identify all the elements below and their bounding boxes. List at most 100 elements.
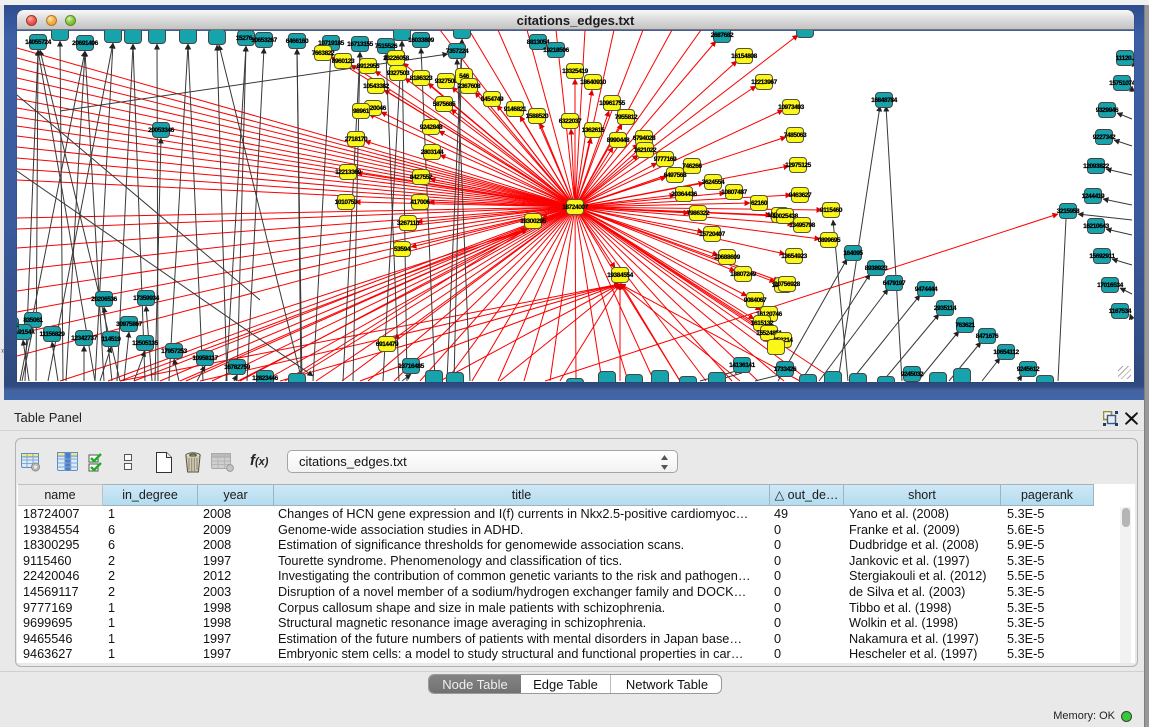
svg-text:8813054: 8813054	[527, 39, 550, 46]
svg-text:2687682: 2687682	[711, 32, 734, 39]
svg-text:1733426: 1733426	[774, 366, 797, 373]
svg-text:114519: 114519	[102, 336, 122, 343]
svg-text:9327503: 9327503	[387, 70, 410, 77]
svg-text:9115460: 9115460	[820, 207, 843, 214]
svg-text:9146821: 9146821	[504, 106, 527, 113]
svg-text:12213967: 12213967	[751, 79, 778, 86]
svg-text:9327508: 9327508	[435, 78, 458, 85]
svg-text:2367608: 2367608	[458, 83, 481, 90]
svg-text:10961755: 10961755	[599, 100, 626, 107]
svg-text:16210643: 16210643	[1083, 223, 1110, 230]
svg-text:20364436: 20364436	[671, 191, 698, 198]
svg-text:9463627: 9463627	[789, 192, 812, 199]
svg-text:11120..: 11120..	[1116, 55, 1134, 62]
svg-text:9329946: 9329946	[1096, 107, 1119, 114]
svg-text:15720407: 15720407	[699, 231, 726, 238]
svg-text:7955812: 7955812	[615, 114, 638, 121]
svg-text:6466160: 6466160	[286, 38, 309, 45]
svg-text:0899695: 0899695	[818, 237, 841, 244]
svg-text:15751074: 15751074	[1109, 80, 1134, 87]
svg-text:20691406: 20691406	[72, 40, 99, 47]
svg-text:16154808: 16154808	[731, 53, 758, 60]
svg-text:10958117: 10958117	[192, 355, 218, 362]
svg-text:3215958: 3215958	[1057, 208, 1080, 215]
svg-text:12093822: 12093822	[1083, 163, 1110, 170]
svg-text:16713155: 16713155	[347, 41, 374, 48]
svg-text:3267110: 3267110	[397, 220, 420, 227]
svg-text:8186323: 8186323	[410, 75, 433, 82]
svg-text:8960123: 8960123	[332, 58, 355, 65]
svg-text:9245032: 9245032	[901, 371, 924, 378]
svg-text:30975867: 30975867	[116, 321, 143, 328]
svg-text:19384554: 19384554	[607, 272, 634, 279]
svg-text:9777169: 9777169	[654, 156, 677, 163]
svg-text:1244419: 1244419	[1082, 193, 1105, 200]
svg-text:3624554: 3624554	[702, 179, 725, 186]
svg-text:8471676: 8471676	[976, 333, 999, 340]
svg-text:2935114: 2935114	[934, 305, 957, 312]
svg-text:12342737: 12342737	[71, 335, 98, 342]
svg-text:7515526: 7515526	[375, 43, 398, 50]
svg-text:12823446: 12823446	[252, 375, 279, 382]
svg-text:7485063: 7485063	[784, 132, 807, 139]
svg-text:10653267: 10653267	[251, 37, 278, 44]
svg-text:7357224: 7357224	[446, 48, 469, 55]
svg-text:9474444: 9474444	[915, 286, 938, 293]
svg-text:20053346: 20053346	[148, 127, 175, 134]
svg-text:20206536: 20206536	[91, 296, 118, 303]
svg-text:9245612: 9245612	[1017, 366, 1040, 373]
svg-text:13654923: 13654923	[781, 253, 808, 260]
svg-text:417006: 417006	[410, 199, 430, 206]
svg-text:14136141: 14136141	[729, 362, 756, 369]
svg-text:16782759: 16782759	[224, 364, 251, 371]
svg-text:10654112: 10654112	[993, 349, 1019, 356]
svg-text:15692911: 15692911	[1089, 253, 1115, 260]
svg-text:7986322: 7986322	[687, 210, 710, 217]
svg-text:10973493: 10973493	[778, 104, 805, 111]
svg-text:164095: 164095	[843, 250, 863, 257]
svg-text:19218506: 19218506	[543, 47, 570, 54]
svg-text:6497568: 6497568	[664, 172, 687, 179]
svg-text:13495798: 13495798	[789, 222, 816, 229]
svg-text:10688609: 10688609	[714, 254, 741, 261]
svg-text:13716485: 13716485	[398, 363, 425, 370]
svg-text:8427552: 8427552	[410, 174, 433, 181]
svg-text:835061: 835061	[23, 317, 43, 324]
svg-text:10543382: 10543382	[363, 83, 390, 90]
svg-text:18807249: 18807249	[730, 271, 757, 278]
svg-text:16033809: 16033809	[408, 37, 435, 44]
svg-text:7663822: 7663822	[312, 50, 335, 57]
svg-text:17016534: 17016534	[1097, 282, 1124, 289]
svg-text:62160: 62160	[751, 200, 768, 207]
svg-text:9084067: 9084067	[744, 297, 767, 304]
svg-text:6794028: 6794028	[633, 135, 656, 142]
svg-text:14055724: 14055724	[25, 39, 52, 46]
svg-text:763621: 763621	[955, 322, 975, 329]
svg-text:13226058: 13226058	[383, 55, 410, 62]
svg-text:13325419: 13325419	[562, 68, 589, 75]
svg-text:1167534: 1167534	[1109, 308, 1132, 315]
svg-text:1621022: 1621022	[634, 147, 657, 154]
svg-text:2718170: 2718170	[345, 136, 368, 143]
svg-text:8454749: 8454749	[481, 96, 504, 103]
svg-text:18640910: 18640910	[580, 79, 607, 86]
svg-text:8990448: 8990448	[607, 137, 630, 144]
svg-text:2803144: 2803144	[421, 149, 444, 156]
svg-text:10756928: 10756928	[774, 281, 801, 288]
svg-text:6479197: 6479197	[883, 280, 906, 287]
svg-text:10807487: 10807487	[721, 189, 748, 196]
svg-text:1362615: 1362615	[582, 127, 605, 134]
svg-text:18300295: 18300295	[520, 218, 547, 225]
svg-text:18724007: 18724007	[562, 204, 589, 211]
svg-text:6914479: 6914479	[376, 341, 399, 348]
svg-text:9227342: 9227342	[1093, 134, 1116, 141]
svg-text:1010753: 1010753	[335, 199, 358, 206]
svg-text:53594: 53594	[394, 246, 411, 253]
svg-text:12213369: 12213369	[335, 169, 362, 176]
svg-text:11156829: 11156829	[39, 331, 65, 338]
svg-text:5875685: 5875685	[433, 101, 456, 108]
svg-text:16848784: 16848784	[871, 97, 898, 104]
svg-text:12975125: 12975125	[785, 162, 812, 169]
svg-text:98961: 98961	[353, 108, 370, 115]
svg-text:8938923: 8938923	[865, 265, 888, 272]
